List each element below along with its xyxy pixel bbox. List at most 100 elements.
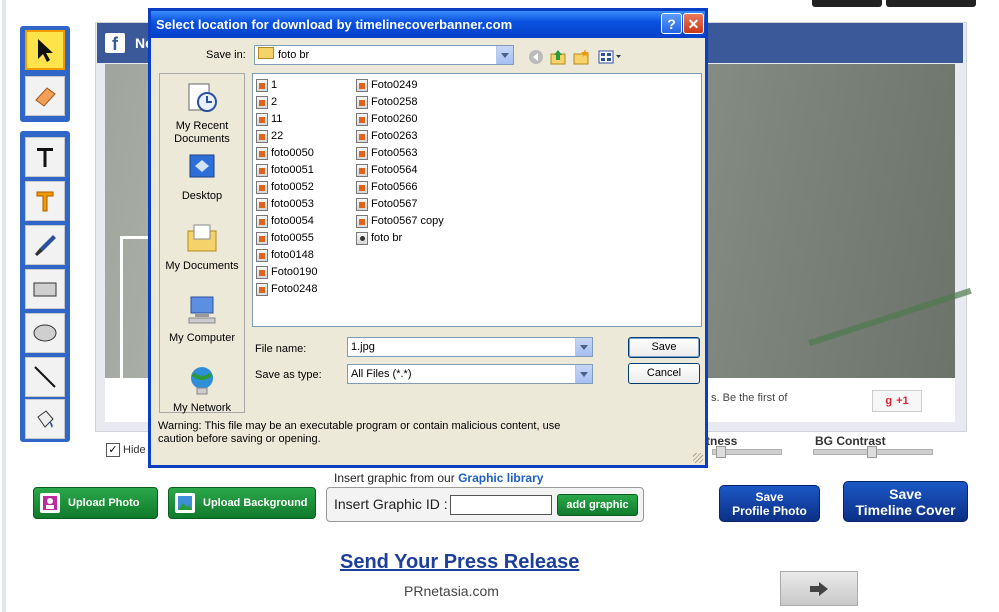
file-item-label: foto0050 bbox=[271, 147, 314, 159]
image-file-icon bbox=[256, 163, 268, 177]
my-documents-icon bbox=[187, 224, 217, 252]
tool-brush[interactable] bbox=[25, 225, 65, 265]
google-plus-button[interactable]: g +1 bbox=[872, 390, 922, 412]
graphic-library-link[interactable]: Graphic library bbox=[458, 471, 543, 485]
save-timeline-line1: Save bbox=[889, 485, 922, 502]
file-item[interactable]: Foto0260 bbox=[356, 111, 417, 127]
chevron-down-icon[interactable] bbox=[575, 365, 592, 383]
save-as-type-select[interactable]: All Files (*.*) bbox=[347, 364, 593, 384]
chevron-down-icon[interactable] bbox=[575, 338, 592, 356]
file-item[interactable]: foto0053 bbox=[256, 196, 314, 212]
toolbar-draw bbox=[20, 131, 70, 442]
new-folder-icon[interactable] bbox=[572, 48, 590, 66]
tool-ellipse[interactable] bbox=[25, 313, 65, 353]
tool-fill[interactable] bbox=[25, 399, 65, 439]
file-item[interactable]: 11 bbox=[256, 111, 282, 127]
place-recent-documents[interactable]: My Recent Documents bbox=[160, 82, 244, 146]
file-item[interactable]: 1 bbox=[256, 77, 277, 93]
file-item[interactable]: foto0052 bbox=[256, 179, 314, 195]
dialog-titlebar[interactable]: Select location for download by timeline… bbox=[151, 11, 705, 38]
file-item[interactable]: Foto0248 bbox=[256, 281, 317, 297]
press-release-link[interactable]: Send Your Press Release bbox=[340, 551, 579, 574]
save-in-label: Save in: bbox=[206, 49, 246, 61]
graphic-id-input[interactable] bbox=[450, 495, 552, 515]
view-menu-icon[interactable] bbox=[597, 48, 623, 66]
place-label: Desktop bbox=[181, 190, 223, 202]
file-item[interactable]: Foto0190 bbox=[256, 264, 317, 280]
file-list[interactable]: 1 2 11 22 foto0050 foto0051 foto0052 foto0053 fo… bbox=[252, 73, 702, 327]
file-item[interactable]: foto0051 bbox=[256, 162, 314, 178]
desktop-icon bbox=[189, 154, 215, 178]
save-button[interactable]: Save bbox=[628, 337, 700, 358]
resize-grip[interactable] bbox=[693, 453, 703, 463]
help-button[interactable]: ? bbox=[661, 13, 682, 34]
tool-text-style[interactable] bbox=[25, 181, 65, 221]
file-item[interactable]: Foto0249 bbox=[356, 77, 417, 93]
tool-rectangle[interactable] bbox=[25, 269, 65, 309]
landscape-icon bbox=[175, 493, 195, 513]
tool-line[interactable] bbox=[25, 357, 65, 397]
file-item[interactable]: Foto0563 bbox=[356, 145, 417, 161]
file-item-label: 22 bbox=[271, 130, 284, 142]
image-file-icon bbox=[356, 163, 368, 177]
hide-checkbox[interactable]: ✓ bbox=[106, 443, 120, 457]
file-item[interactable]: foto0055 bbox=[256, 230, 314, 246]
file-item[interactable]: 2 bbox=[256, 94, 277, 110]
file-item[interactable]: Foto0258 bbox=[356, 94, 417, 110]
image-file-icon bbox=[356, 197, 368, 211]
left-border bbox=[2, 0, 6, 612]
file-item[interactable]: foto0148 bbox=[256, 247, 314, 263]
paint-bucket-icon bbox=[37, 410, 54, 428]
save-timeline-cover-button[interactable]: Save Timeline Cover bbox=[843, 481, 968, 522]
place-desktop[interactable]: Desktop bbox=[160, 152, 244, 203]
add-graphic-button[interactable]: add graphic bbox=[557, 494, 638, 516]
file-item[interactable]: foto0050 bbox=[256, 145, 314, 161]
place-my-documents[interactable]: My Documents bbox=[160, 222, 244, 273]
cancel-button[interactable]: Cancel bbox=[628, 363, 700, 384]
place-my-network[interactable]: My Network bbox=[160, 364, 244, 415]
place-label: My Computer bbox=[168, 332, 236, 344]
file-item[interactable]: Foto0567 copy bbox=[356, 213, 444, 229]
upload-photo-button[interactable]: Upload Photo bbox=[33, 487, 158, 519]
file-item[interactable]: 22 bbox=[256, 128, 283, 144]
image-file-icon bbox=[356, 180, 368, 194]
warning-text: Warning: This file may be an executable … bbox=[158, 420, 561, 445]
file-item[interactable]: foto br bbox=[356, 230, 402, 246]
up-folder-icon[interactable] bbox=[549, 48, 567, 66]
brightness-thumb[interactable] bbox=[716, 446, 726, 458]
chevron-down-icon[interactable] bbox=[496, 46, 513, 64]
top-button-1[interactable] bbox=[812, 0, 882, 7]
pointer-icon bbox=[38, 39, 53, 62]
place-my-computer[interactable]: My Computer bbox=[160, 294, 244, 345]
upload-background-button[interactable]: Upload Background bbox=[168, 487, 316, 519]
file-item-label: Foto0563 bbox=[371, 147, 418, 159]
save-profile-photo-button[interactable]: Save Profile Photo bbox=[719, 485, 820, 522]
image-file-icon bbox=[356, 146, 368, 160]
file-item[interactable]: foto0054 bbox=[256, 213, 314, 229]
file-item[interactable]: Foto0566 bbox=[356, 179, 417, 195]
close-button[interactable]: ✕ bbox=[683, 13, 704, 34]
next-arrow-button[interactable] bbox=[780, 571, 858, 606]
save-in-select[interactable]: foto br bbox=[254, 45, 514, 65]
file-item[interactable]: Foto0263 bbox=[356, 128, 417, 144]
photo-streak bbox=[808, 287, 972, 347]
upload-photo-label: Upload Photo bbox=[68, 497, 140, 509]
image-file-icon bbox=[256, 95, 268, 109]
back-icon[interactable] bbox=[527, 48, 545, 66]
insert-graphic-panel: Insert Graphic ID : add graphic bbox=[326, 487, 644, 522]
file-item-label: foto0052 bbox=[271, 181, 314, 193]
tool-text[interactable] bbox=[25, 137, 65, 177]
file-item-label: foto0054 bbox=[271, 215, 314, 227]
tool-pointer[interactable] bbox=[25, 30, 65, 70]
bg-contrast-thumb[interactable] bbox=[867, 446, 877, 458]
file-item-label: 11 bbox=[271, 113, 283, 125]
top-button-2[interactable] bbox=[886, 0, 976, 7]
tool-eraser[interactable] bbox=[25, 76, 65, 116]
text-icon bbox=[37, 148, 53, 167]
file-name-input[interactable]: 1.jpg bbox=[347, 337, 593, 357]
file-item[interactable]: Foto0567 bbox=[356, 196, 417, 212]
image-file-icon bbox=[256, 78, 268, 92]
file-item[interactable]: Foto0564 bbox=[356, 162, 417, 178]
insert-graphic-id-label: Insert Graphic ID : bbox=[334, 496, 448, 512]
file-item-label: Foto0190 bbox=[271, 266, 318, 278]
